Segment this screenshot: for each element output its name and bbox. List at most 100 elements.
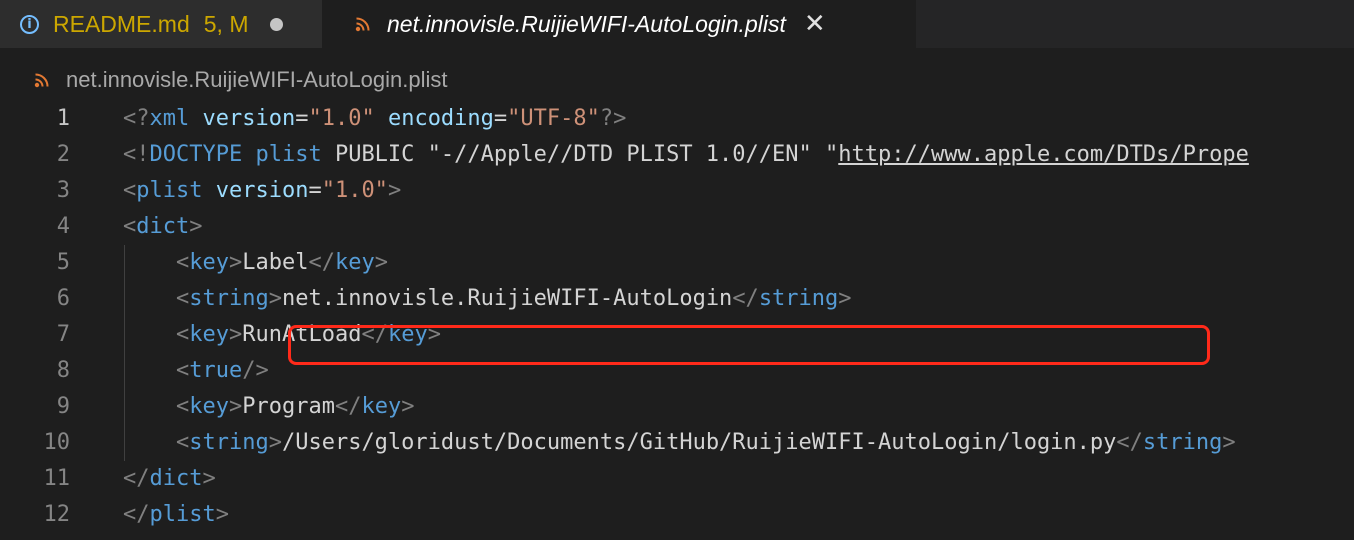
tab-readme[interactable]: i README.md 5, M [0,0,323,48]
code-text: <dict> [123,209,202,245]
code-token: > [189,214,203,239]
tab-label: net.innovisle.RuijieWIFI-AutoLogin.plist [387,10,786,37]
code-line[interactable]: 3 <plist version="1.0"> [0,173,1354,209]
code-token: = [493,106,508,131]
code-line[interactable]: 9 <key>Program</key> [0,389,1354,425]
code-token: </ [123,502,150,527]
breadcrumb-file: net.innovisle.RuijieWIFI-AutoLogin.plist [66,67,448,92]
code-token: key [189,250,229,275]
code-token: key [189,322,229,347]
code-line[interactable]: 11 </dict> [0,461,1354,497]
code-token: /> [242,358,269,383]
tab-label: README.md [53,10,190,37]
unsaved-dot-icon[interactable] [270,17,284,31]
code-line[interactable]: 12 </plist> [0,497,1354,533]
code-line[interactable]: 6 <string>net.innovisle.RuijieWIFI-AutoL… [0,281,1354,317]
code-text: <!DOCTYPE plist PUBLIC "-//Apple//DTD PL… [123,137,1249,173]
highlight-annotation [288,325,1210,365]
code-line[interactable]: 1 <?xml version="1.0" encoding="UTF-8"?> [0,101,1354,137]
code-token: < [175,394,190,419]
code-token: net.innovisle.RuijieWIFI-AutoLogin [281,286,733,311]
code-line[interactable]: 4 <dict> [0,209,1354,245]
close-icon[interactable]: ✕ [804,11,826,37]
code-text: <key>Label</key> [123,245,388,281]
code-token: = [308,178,322,203]
code-token: "1.0" [308,106,375,131]
line-number: 4 [56,214,70,239]
code-token: true [189,358,243,383]
code-token: string [1142,430,1223,455]
rss-icon [355,17,370,32]
code-token: version [215,178,309,203]
line-number: 6 [56,286,70,311]
code-token: plist [255,142,322,167]
code-token: > [838,286,852,311]
line-number: 5 [56,250,70,275]
code-token: <! [123,142,150,167]
code-token: > [215,502,229,527]
code-token: "UTF-8" [507,106,600,131]
code-token: dict [149,466,203,491]
code-token: ?> [599,106,627,131]
code-token: encoding [387,106,494,131]
line-number: 12 [43,502,71,527]
code-token: < [175,286,190,311]
code-token: </ [334,394,362,419]
code-editor[interactable]: 1 <?xml version="1.0" encoding="UTF-8"?> 2… [0,101,1354,540]
problems-badge: 5, M [203,10,249,37]
code-token: < [175,322,190,347]
code-token: key [189,394,229,419]
code-token: > [387,178,402,203]
code-line[interactable]: 5 <key>Label</key> [0,245,1354,281]
rss-icon [34,73,49,88]
code-token: key [334,250,375,275]
code-token: <? [123,106,150,131]
line-number: 11 [43,466,71,491]
info-icon: i [20,14,39,34]
code-token: string [758,286,839,311]
code-token: dict [136,214,190,239]
tab-plist[interactable]: net.innovisle.RuijieWIFI-AutoLogin.plist… [323,0,916,48]
line-number: 8 [56,358,70,383]
code-token: </ [308,250,335,275]
code-line[interactable]: 10 <string>/Users/gloridust/Documents/Gi… [0,425,1354,461]
code-token: plist [149,502,216,527]
code-token: > [374,250,388,275]
line-number: 3 [56,178,70,203]
code-token: </ [1116,430,1143,455]
code-token: = [295,106,309,131]
line-number: 1 [56,106,70,131]
code-text: <plist version="1.0"> [123,173,401,209]
code-token: > [268,286,282,311]
code-token: PUBLIC "-//Apple//DTD PLIST 1.0//EN" " [321,142,839,167]
line-number: 10 [43,430,71,455]
code-text: <string>net.innovisle.RuijieWIFI-AutoLog… [123,281,852,317]
code-token: < [175,250,190,275]
code-token: > [202,466,216,491]
code-text: <true/> [123,353,269,389]
breadcrumb[interactable]: net.innovisle.RuijieWIFI-AutoLogin.plist [0,62,448,98]
line-number: 9 [56,394,70,419]
code-token: < [175,430,190,455]
code-text: <key>Program</key> [123,389,414,425]
code-token: > [1222,430,1236,455]
code-text: </dict> [123,461,216,497]
code-token: > [268,430,282,455]
code-token: plist [136,178,203,203]
line-number: 2 [56,142,70,167]
code-token: Program [242,394,335,419]
code-token: "1.0" [321,178,388,203]
line-number: 7 [56,322,70,347]
code-token: > [228,250,243,275]
code-line[interactable]: 2 <!DOCTYPE plist PUBLIC "-//Apple//DTD P… [0,137,1354,173]
code-token: </ [123,466,150,491]
code-token: Label [242,250,309,275]
code-token: string [189,286,269,311]
